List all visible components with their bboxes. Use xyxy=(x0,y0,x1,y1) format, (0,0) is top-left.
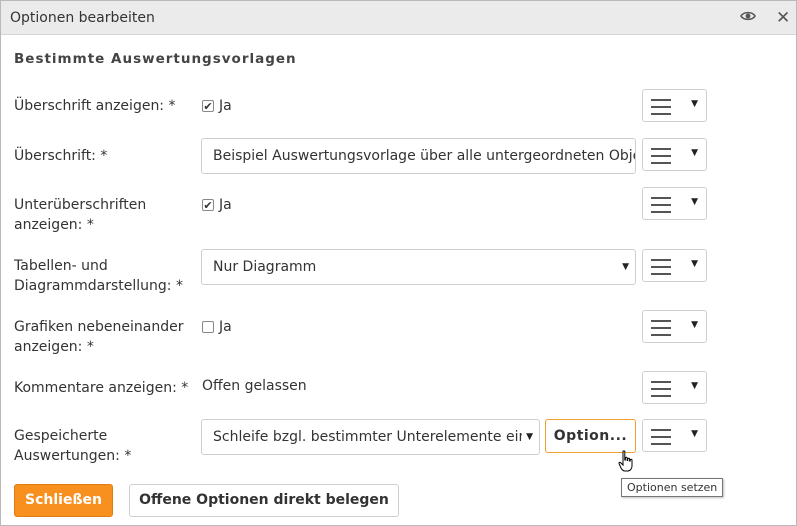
hand-pointer-icon xyxy=(618,450,636,478)
caret-down-icon: ▼ xyxy=(691,99,698,109)
show-comments-value: Offen gelassen xyxy=(202,378,307,394)
graphics-side-by-side-label: Grafiken nebeneinander anzeigen: * xyxy=(14,317,194,357)
saved-evaluations-selected-value: Schleife bzgl. bestimmter Unterelemente … xyxy=(213,429,525,445)
saved-evaluations-label-line2: Auswertungen: * xyxy=(14,448,132,464)
graphics-side-by-side-checkbox-label: Ja xyxy=(219,319,232,335)
section-title: Bestimmte Auswertungsvorlagen xyxy=(14,51,297,67)
hamburger-icon xyxy=(651,259,671,280)
caret-down-icon: ▼ xyxy=(691,320,698,330)
show-comments-menu-button[interactable]: ▼ xyxy=(642,371,707,404)
graphics-side-by-side-menu-button[interactable]: ▼ xyxy=(642,310,707,343)
show-heading-checkbox-label: Ja xyxy=(219,98,232,114)
table-chart-label-line2: Diagrammdarstellung: * xyxy=(14,278,183,294)
saved-evaluations-label-line1: Gespeicherte xyxy=(14,428,108,444)
checkbox-unchecked-icon xyxy=(202,321,214,333)
hamburger-icon xyxy=(651,99,671,120)
close-icon[interactable]: ✕ xyxy=(776,8,790,28)
show-subheadings-checkbox[interactable]: ✔ Ja xyxy=(202,197,232,213)
graphics-side-by-side-checkbox[interactable]: Ja xyxy=(202,319,232,335)
hamburger-icon xyxy=(651,197,671,218)
show-heading-menu-button[interactable]: ▼ xyxy=(642,89,707,122)
show-subheadings-label-line1: Unterüberschriften xyxy=(14,197,147,213)
caret-down-icon: ▼ xyxy=(691,259,698,269)
hamburger-icon xyxy=(651,148,671,169)
checkbox-checked-icon: ✔ xyxy=(202,99,214,113)
caret-down-icon: ▼ xyxy=(691,429,698,439)
table-chart-select[interactable]: Nur Diagramm ▼ xyxy=(201,249,636,285)
show-subheadings-label: Unterüberschriften anzeigen: * xyxy=(14,195,194,235)
show-heading-checkbox[interactable]: ✔ Ja xyxy=(202,98,232,114)
graphics-side-by-side-label-line1: Grafiken nebeneinander xyxy=(14,319,184,335)
close-button[interactable]: Schließen xyxy=(14,484,113,517)
eye-icon[interactable] xyxy=(740,10,756,26)
hamburger-icon xyxy=(651,429,671,450)
caret-down-icon: ▼ xyxy=(691,381,698,391)
option-tooltip: Optionen setzen xyxy=(621,478,724,497)
show-subheadings-label-line2: anzeigen: * xyxy=(14,217,94,233)
option-button[interactable]: Option... xyxy=(545,419,636,453)
dialog-titlebar: Optionen bearbeiten ✕ xyxy=(1,1,796,35)
saved-evaluations-menu-button[interactable]: ▼ xyxy=(642,419,707,452)
edit-options-dialog: Optionen bearbeiten ✕ Bestimmte Auswertu… xyxy=(0,0,797,526)
heading-input[interactable]: Beispiel Auswertungsvorlage über alle un… xyxy=(201,138,636,174)
heading-label: Überschrift: * xyxy=(14,148,108,164)
show-comments-label: Kommentare anzeigen: * xyxy=(14,380,189,396)
table-chart-label: Tabellen- und Diagrammdarstellung: * xyxy=(14,256,194,296)
checkbox-checked-icon: ✔ xyxy=(202,198,214,212)
heading-menu-button[interactable]: ▼ xyxy=(642,138,707,171)
caret-down-icon: ▼ xyxy=(691,148,698,158)
hamburger-icon xyxy=(651,320,671,341)
show-subheadings-menu-button[interactable]: ▼ xyxy=(642,187,707,220)
dialog-title: Optionen bearbeiten xyxy=(10,10,155,26)
hamburger-icon xyxy=(651,381,671,402)
caret-down-icon: ▼ xyxy=(622,262,629,272)
table-chart-selected-value: Nur Diagramm xyxy=(213,259,317,275)
saved-evaluations-label: Gespeicherte Auswertungen: * xyxy=(14,426,194,466)
table-chart-label-line1: Tabellen- und xyxy=(14,258,108,274)
caret-down-icon: ▼ xyxy=(522,420,533,454)
show-heading-label: Überschrift anzeigen: * xyxy=(14,98,176,114)
assign-open-options-button[interactable]: Offene Optionen direkt belegen xyxy=(129,484,399,517)
caret-down-icon: ▼ xyxy=(691,197,698,207)
graphics-side-by-side-label-line2: anzeigen: * xyxy=(14,339,94,355)
show-subheadings-checkbox-label: Ja xyxy=(219,197,232,213)
table-chart-menu-button[interactable]: ▼ xyxy=(642,249,707,282)
saved-evaluations-select[interactable]: Schleife bzgl. bestimmter Unterelemente … xyxy=(201,419,540,455)
